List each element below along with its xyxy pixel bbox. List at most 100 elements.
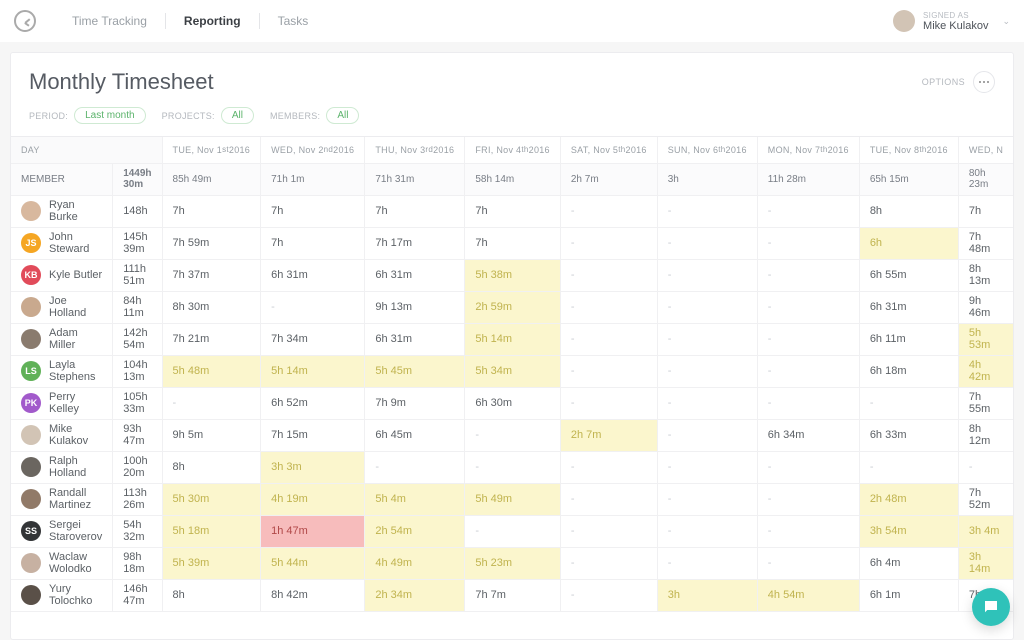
time-cell[interactable]: 5h 44m: [261, 547, 365, 579]
member-cell[interactable]: Waclaw Wolodko: [11, 548, 112, 579]
time-cell[interactable]: -: [757, 387, 859, 419]
time-cell[interactable]: -: [465, 451, 561, 483]
time-cell[interactable]: 2h 54m: [365, 515, 465, 547]
date-header[interactable]: MON, Nov 7th 2016: [758, 137, 859, 163]
time-cell[interactable]: -: [560, 259, 657, 291]
time-cell[interactable]: -: [657, 355, 757, 387]
time-cell[interactable]: -: [757, 515, 859, 547]
time-cell[interactable]: 5h 34m: [465, 355, 561, 387]
time-cell[interactable]: -: [657, 515, 757, 547]
time-cell[interactable]: 8h: [859, 195, 958, 227]
time-cell[interactable]: 5h 18m: [162, 515, 261, 547]
time-cell[interactable]: -: [657, 227, 757, 259]
time-cell[interactable]: -: [657, 483, 757, 515]
chat-launcher[interactable]: [972, 588, 1010, 626]
time-cell[interactable]: 7h 9m: [365, 387, 465, 419]
time-cell[interactable]: 6h 11m: [859, 323, 958, 355]
nav-tasks[interactable]: Tasks: [260, 14, 327, 28]
time-cell[interactable]: 2h 59m: [465, 291, 561, 323]
time-cell[interactable]: 9h 5m: [162, 419, 261, 451]
time-cell[interactable]: 7h 34m: [261, 323, 365, 355]
time-cell[interactable]: -: [560, 195, 657, 227]
member-cell[interactable]: Randall Martinez: [11, 484, 112, 515]
nav-reporting[interactable]: Reporting: [166, 14, 259, 28]
time-cell[interactable]: -: [859, 451, 958, 483]
member-cell[interactable]: SSSergei Staroverov: [11, 516, 112, 547]
time-cell[interactable]: -: [560, 579, 657, 611]
member-cell[interactable]: PKPerry Kelley: [11, 388, 112, 419]
time-cell[interactable]: 6h: [859, 227, 958, 259]
time-cell[interactable]: 7h 55m: [958, 387, 1013, 419]
time-cell[interactable]: -: [657, 419, 757, 451]
time-cell[interactable]: -: [757, 451, 859, 483]
time-cell[interactable]: 6h 33m: [859, 419, 958, 451]
time-cell[interactable]: -: [757, 547, 859, 579]
time-cell[interactable]: 6h 31m: [365, 259, 465, 291]
date-header[interactable]: FRI, Nov 4th 2016: [465, 137, 560, 163]
time-cell[interactable]: 6h 31m: [261, 259, 365, 291]
date-header[interactable]: WED, Nov 2nd 2016: [261, 137, 364, 163]
time-cell[interactable]: 6h 52m: [261, 387, 365, 419]
time-cell[interactable]: 8h: [162, 579, 261, 611]
time-cell[interactable]: 7h: [365, 195, 465, 227]
time-cell[interactable]: 9h 46m: [958, 291, 1013, 323]
time-cell[interactable]: 6h 34m: [757, 419, 859, 451]
date-header[interactable]: WED, N: [959, 137, 1013, 163]
time-cell[interactable]: 7h: [465, 227, 561, 259]
time-cell[interactable]: -: [560, 323, 657, 355]
time-cell[interactable]: -: [560, 355, 657, 387]
time-cell[interactable]: 7h 37m: [162, 259, 261, 291]
time-cell[interactable]: 7h: [162, 195, 261, 227]
time-cell[interactable]: 1h 47m: [261, 515, 365, 547]
time-cell[interactable]: -: [757, 355, 859, 387]
time-cell[interactable]: 6h 1m: [859, 579, 958, 611]
time-cell[interactable]: 2h 7m: [560, 419, 657, 451]
time-cell[interactable]: 7h 17m: [365, 227, 465, 259]
time-cell[interactable]: -: [757, 259, 859, 291]
time-cell[interactable]: 8h 12m: [958, 419, 1013, 451]
time-cell[interactable]: 7h 7m: [465, 579, 561, 611]
nav-time-tracking[interactable]: Time Tracking: [54, 14, 165, 28]
time-cell[interactable]: 5h 14m: [465, 323, 561, 355]
time-cell[interactable]: 6h 45m: [365, 419, 465, 451]
time-cell[interactable]: 7h 52m: [958, 483, 1013, 515]
user-menu[interactable]: SIGNED AS Mike Kulakov ⌄: [893, 10, 1010, 32]
time-cell[interactable]: 7h: [465, 195, 561, 227]
time-cell[interactable]: -: [560, 291, 657, 323]
filter-pill[interactable]: All: [221, 107, 254, 124]
filter-pill[interactable]: Last month: [74, 107, 145, 124]
member-cell[interactable]: JSJohn Steward: [11, 228, 112, 259]
filter-pill[interactable]: All: [326, 107, 359, 124]
time-cell[interactable]: 8h: [162, 451, 261, 483]
time-cell[interactable]: 5h 45m: [365, 355, 465, 387]
time-cell[interactable]: 5h 49m: [465, 483, 561, 515]
member-cell[interactable]: Ryan Burke: [11, 196, 112, 227]
time-cell[interactable]: -: [657, 387, 757, 419]
time-cell[interactable]: 3h 4m: [958, 515, 1013, 547]
time-cell[interactable]: -: [465, 419, 561, 451]
time-cell[interactable]: 3h 3m: [261, 451, 365, 483]
time-cell[interactable]: -: [657, 195, 757, 227]
time-cell[interactable]: -: [657, 291, 757, 323]
time-cell[interactable]: 5h 53m: [958, 323, 1013, 355]
time-cell[interactable]: 4h 49m: [365, 547, 465, 579]
member-cell[interactable]: LSLayla Stephens: [11, 356, 112, 387]
time-cell[interactable]: 7h: [261, 195, 365, 227]
time-cell[interactable]: 5h 23m: [465, 547, 561, 579]
time-cell[interactable]: 3h 14m: [958, 547, 1013, 579]
time-cell[interactable]: -: [657, 323, 757, 355]
time-cell[interactable]: 8h 13m: [958, 259, 1013, 291]
time-cell[interactable]: 4h 19m: [261, 483, 365, 515]
time-cell[interactable]: -: [560, 387, 657, 419]
time-cell[interactable]: -: [560, 451, 657, 483]
time-cell[interactable]: 5h 4m: [365, 483, 465, 515]
member-cell[interactable]: Yury Tolochko: [11, 580, 112, 611]
time-cell[interactable]: 4h 42m: [958, 355, 1013, 387]
time-cell[interactable]: -: [757, 195, 859, 227]
member-cell[interactable]: Ralph Holland: [11, 452, 112, 483]
time-cell[interactable]: 7h: [958, 195, 1013, 227]
time-cell[interactable]: 3h 54m: [859, 515, 958, 547]
time-cell[interactable]: -: [560, 515, 657, 547]
time-cell[interactable]: 7h 15m: [261, 419, 365, 451]
time-cell[interactable]: 6h 4m: [859, 547, 958, 579]
